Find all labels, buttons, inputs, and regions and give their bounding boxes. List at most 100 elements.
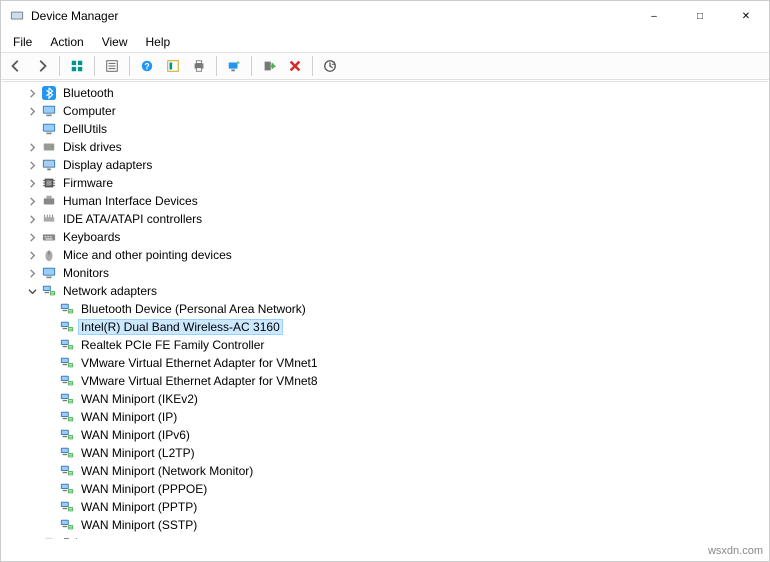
tree-item-label: Display adapters xyxy=(60,157,155,173)
tree-item-label: WAN Miniport (PPPOE) xyxy=(78,481,210,497)
tree-item[interactable]: Bluetooth xyxy=(2,84,768,102)
help-button[interactable]: ? xyxy=(136,55,158,77)
expander-none xyxy=(42,337,58,353)
window-controls: – □ ✕ xyxy=(631,1,769,31)
tree-item[interactable]: Firmware xyxy=(2,174,768,192)
network-icon xyxy=(59,499,75,515)
firmware-icon xyxy=(41,175,57,191)
mouse-icon xyxy=(41,247,57,263)
tree-item[interactable]: Mice and other pointing devices xyxy=(2,246,768,264)
action-button[interactable] xyxy=(162,55,184,77)
tree-item-label: VMware Virtual Ethernet Adapter for VMne… xyxy=(78,355,321,371)
tree-item[interactable]: WAN Miniport (Network Monitor) xyxy=(2,462,768,480)
tree-item[interactable]: Network adapters xyxy=(2,282,768,300)
tree-item[interactable]: IDE ATA/ATAPI controllers xyxy=(2,210,768,228)
back-button[interactable] xyxy=(5,55,27,77)
tree-item[interactable]: WAN Miniport (PPTP) xyxy=(2,498,768,516)
network-icon xyxy=(59,319,75,335)
scan-button[interactable] xyxy=(223,55,245,77)
chevron-right-icon[interactable] xyxy=(24,211,40,227)
tree-item-label: Disk drives xyxy=(60,139,125,155)
tree-item[interactable]: Monitors xyxy=(2,264,768,282)
chevron-right-icon[interactable] xyxy=(24,247,40,263)
tree-item[interactable]: Realtek PCIe FE Family Controller xyxy=(2,336,768,354)
tree-item-label: WAN Miniport (PPTP) xyxy=(78,499,200,515)
tree-item[interactable]: Disk drives xyxy=(2,138,768,156)
tree-item[interactable]: Human Interface Devices xyxy=(2,192,768,210)
tree-item[interactable]: DellUtils xyxy=(2,120,768,138)
toolbar-separator xyxy=(59,56,60,76)
chevron-right-icon[interactable] xyxy=(24,139,40,155)
network-icon xyxy=(59,463,75,479)
tree-item-label: WAN Miniport (Network Monitor) xyxy=(78,463,256,479)
close-button[interactable]: ✕ xyxy=(723,1,769,31)
tree-item[interactable]: WAN Miniport (L2TP) xyxy=(2,444,768,462)
chevron-right-icon[interactable] xyxy=(24,229,40,245)
disable-device-button[interactable] xyxy=(284,55,306,77)
toolbar-separator xyxy=(251,56,252,76)
chevron-right-icon[interactable] xyxy=(24,193,40,209)
tree-item[interactable]: WAN Miniport (PPPOE) xyxy=(2,480,768,498)
tree-item-label: Firmware xyxy=(60,175,116,191)
show-hidden-button[interactable] xyxy=(66,55,88,77)
monitor-icon xyxy=(41,103,57,119)
tree-item[interactable]: Computer xyxy=(2,102,768,120)
chevron-right-icon[interactable] xyxy=(24,265,40,281)
forward-button[interactable] xyxy=(31,55,53,77)
tree-item[interactable]: WAN Miniport (IP) xyxy=(2,408,768,426)
update-driver-button[interactable] xyxy=(319,55,341,77)
tree-item[interactable]: Display adapters xyxy=(2,156,768,174)
tree-item-label: Human Interface Devices xyxy=(60,193,201,209)
tree-item[interactable]: Intel(R) Dual Band Wireless-AC 3160 xyxy=(2,318,768,336)
network-icon xyxy=(59,445,75,461)
minimize-button[interactable]: – xyxy=(631,1,677,31)
chevron-right-icon[interactable] xyxy=(24,85,40,101)
network-icon xyxy=(59,373,75,389)
tree-item[interactable]: Keyboards xyxy=(2,228,768,246)
network-icon xyxy=(59,517,75,533)
properties-button[interactable] xyxy=(101,55,123,77)
menubar: File Action View Help xyxy=(1,31,769,52)
tree-item-label: WAN Miniport (SSTP) xyxy=(78,517,200,533)
chevron-right-icon[interactable] xyxy=(24,103,40,119)
tree-item-label: WAN Miniport (IPv6) xyxy=(78,427,193,443)
tree-item[interactable]: WAN Miniport (IKEv2) xyxy=(2,390,768,408)
tree-item[interactable]: VMware Virtual Ethernet Adapter for VMne… xyxy=(2,372,768,390)
disk-icon xyxy=(41,139,57,155)
device-tree[interactable]: BluetoothComputerDellUtilsDisk drives Dis… xyxy=(2,81,768,539)
expander-none xyxy=(42,373,58,389)
enable-device-button[interactable] xyxy=(258,55,280,77)
tree-item-label: Intel(R) Dual Band Wireless-AC 3160 xyxy=(78,319,283,335)
expander-none xyxy=(42,391,58,407)
tree-item-label: Bluetooth xyxy=(60,85,117,101)
expander-none xyxy=(24,121,40,137)
tree-item-label: WAN Miniport (IKEv2) xyxy=(78,391,201,407)
network-icon xyxy=(41,283,57,299)
tree-item[interactable]: WAN Miniport (IPv6) xyxy=(2,426,768,444)
printer-icon xyxy=(41,535,57,539)
maximize-button[interactable]: □ xyxy=(677,1,723,31)
print-button[interactable] xyxy=(188,55,210,77)
network-icon xyxy=(59,337,75,353)
network-icon xyxy=(59,427,75,443)
chevron-right-icon[interactable] xyxy=(24,175,40,191)
tree-item[interactable]: Bluetooth Device (Personal Area Network) xyxy=(2,300,768,318)
chevron-right-icon[interactable] xyxy=(24,157,40,173)
tree-item[interactable]: Print queues xyxy=(2,534,768,539)
chevron-down-icon[interactable] xyxy=(24,283,40,299)
chevron-right-icon[interactable] xyxy=(24,535,40,539)
menu-help[interactable]: Help xyxy=(138,33,179,51)
menu-action[interactable]: Action xyxy=(42,33,91,51)
titlebar: Device Manager – □ ✕ xyxy=(1,1,769,31)
expander-none xyxy=(42,445,58,461)
network-icon xyxy=(59,391,75,407)
tree-item[interactable]: VMware Virtual Ethernet Adapter for VMne… xyxy=(2,354,768,372)
expander-none xyxy=(42,427,58,443)
tree-item[interactable]: WAN Miniport (SSTP) xyxy=(2,516,768,534)
ide-icon xyxy=(41,211,57,227)
expander-none xyxy=(42,301,58,317)
menu-file[interactable]: File xyxy=(5,33,40,51)
window-title: Device Manager xyxy=(31,9,631,23)
menu-view[interactable]: View xyxy=(94,33,136,51)
tree-item-label: Monitors xyxy=(60,265,112,281)
